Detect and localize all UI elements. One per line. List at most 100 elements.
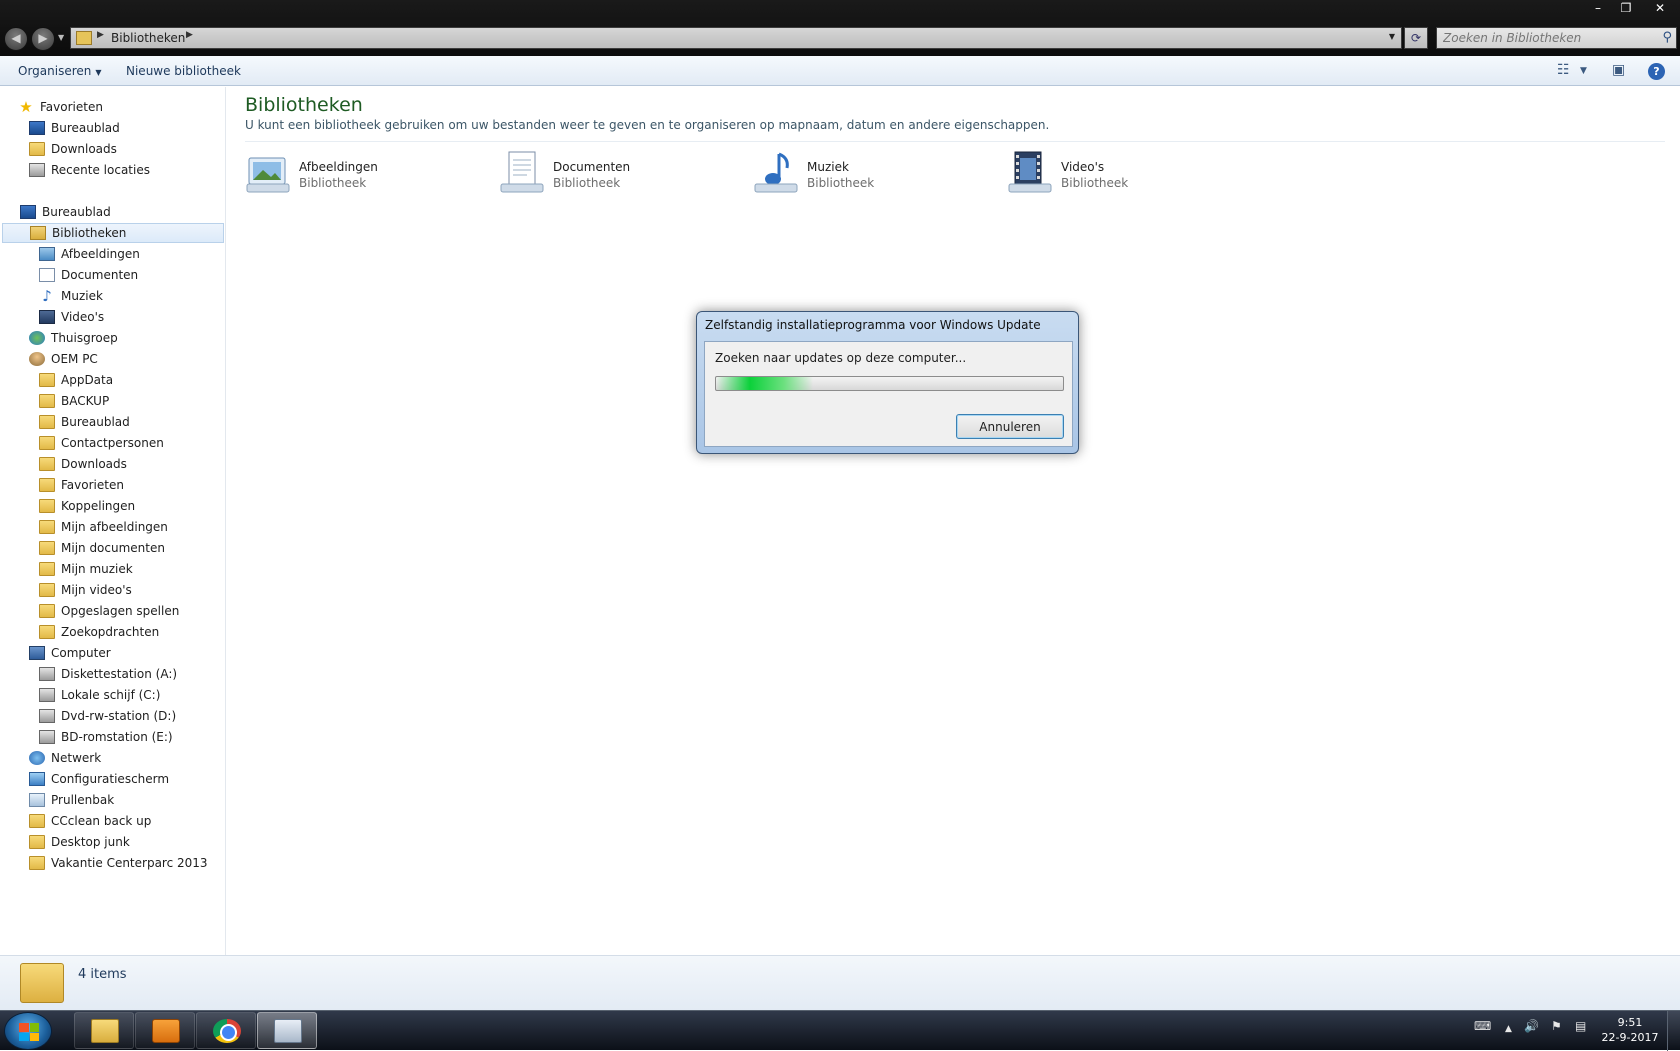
nav-user-favorites[interactable]: Favorieten	[39, 475, 124, 495]
network-icon	[29, 751, 45, 765]
nav-lib-videos[interactable]: Video's	[39, 307, 104, 327]
nav-lib-pictures[interactable]: Afbeeldingen	[39, 244, 140, 264]
nav-label: Favorieten	[40, 100, 103, 114]
library-type: Bibliotheek	[807, 176, 875, 190]
volume-icon[interactable]: 🔊	[1524, 1019, 1539, 1033]
close-button[interactable]: ✕	[1640, 0, 1680, 18]
keyboard-icon[interactable]: ⌨	[1474, 1019, 1491, 1033]
nav-user-links[interactable]: Koppelingen	[39, 496, 135, 516]
nav-fav-desktop[interactable]: Bureaublad	[29, 118, 120, 138]
nav-label: Bureaublad	[51, 121, 120, 135]
nav-network[interactable]: Netwerk	[29, 748, 101, 768]
progress-bar	[715, 376, 1064, 391]
folder-icon	[39, 373, 55, 387]
chevron-right-icon[interactable]: ▶	[186, 30, 193, 40]
breadcrumb[interactable]: Bibliotheken	[111, 31, 185, 45]
nav-user-pictures[interactable]: Mijn afbeeldingen	[39, 517, 168, 537]
nav-user-searches[interactable]: Zoekopdrachten	[39, 622, 159, 642]
nav-drive-c[interactable]: Lokale schijf (C:)	[39, 685, 160, 705]
nav-folder-desktopjunk[interactable]: Desktop junk	[29, 832, 130, 852]
nav-user-savedgames[interactable]: Opgeslagen spellen	[39, 601, 179, 621]
nav-label: Thuisgroep	[51, 331, 118, 345]
search-input[interactable]	[1437, 28, 1647, 48]
nav-user[interactable]: OEM PC	[29, 349, 98, 369]
divider	[245, 141, 1665, 142]
library-tile-pictures[interactable]: Afbeeldingen Bibliotheek	[245, 150, 485, 198]
cancel-button[interactable]: Annuleren	[956, 414, 1064, 439]
nav-user-backup[interactable]: BACKUP	[39, 391, 109, 411]
nav-drive-a[interactable]: Diskettestation (A:)	[39, 664, 177, 684]
show-hidden-icons-icon[interactable]: ▲	[1505, 1024, 1512, 1034]
nav-lib-music[interactable]: ♪ Muziek	[39, 286, 103, 306]
nav-user-documents[interactable]: Mijn documenten	[39, 538, 165, 558]
forward-button[interactable]: ▶	[31, 27, 55, 51]
nav-drive-d[interactable]: Dvd-rw-station (D:)	[39, 706, 176, 726]
address-dropdown-icon[interactable]: ▼	[1389, 32, 1395, 41]
nav-label: Afbeeldingen	[61, 247, 140, 261]
nav-label: Computer	[51, 646, 111, 660]
user-folder-icon	[29, 352, 45, 366]
nav-label: AppData	[61, 373, 114, 387]
nav-folder-ccclean[interactable]: CCclean back up	[29, 811, 151, 831]
nav-desktop[interactable]: Bureaublad	[20, 202, 111, 222]
minimize-button[interactable]: –	[1584, 0, 1612, 18]
documents-icon	[39, 268, 55, 282]
new-library-button[interactable]: Nieuwe bibliotheek	[126, 64, 241, 78]
taskbar-windows-update[interactable]	[257, 1012, 317, 1049]
nav-computer[interactable]: Computer	[29, 643, 111, 663]
nav-fav-recent[interactable]: Recente locaties	[29, 160, 150, 180]
refresh-button[interactable]: ⟳	[1404, 27, 1428, 49]
recent-pages-dropdown[interactable]: ▼	[58, 33, 64, 42]
nav-fav-downloads[interactable]: Downloads	[29, 139, 117, 159]
show-desktop-button[interactable]	[1667, 1011, 1680, 1051]
taskbar-media-player[interactable]	[135, 1012, 195, 1049]
back-button[interactable]: ◀	[4, 27, 28, 51]
nav-label: Zoekopdrachten	[61, 625, 160, 639]
nav-control-panel[interactable]: Configuratiescherm	[29, 769, 169, 789]
address-bar[interactable]: ▶ Bibliotheken ▶ ▼	[70, 27, 1402, 49]
chevron-right-icon[interactable]: ▶	[97, 30, 104, 40]
documents-library-icon	[500, 151, 544, 193]
taskbar-chrome[interactable]	[196, 1012, 256, 1049]
nav-homegroup[interactable]: Thuisgroep	[29, 328, 118, 348]
view-options-dropdown-icon[interactable]: ▼	[1580, 66, 1587, 84]
change-view-icon[interactable]: ☷	[1557, 62, 1570, 80]
nav-drive-e[interactable]: BD-romstation (E:)	[39, 727, 173, 747]
desktop-folder-icon	[39, 415, 55, 429]
nav-folder-vakantie[interactable]: Vakantie Centerparc 2013	[29, 853, 208, 873]
nav-user-downloads[interactable]: Downloads	[39, 454, 127, 474]
system-clock[interactable]: 9:51 22-9-2017	[1598, 1015, 1662, 1045]
library-tile-videos[interactable]: Video's Bibliotheek	[1007, 150, 1247, 198]
nav-label: Documenten	[61, 268, 139, 282]
taskbar-explorer[interactable]	[74, 1012, 134, 1049]
search-box[interactable]: ⚲	[1436, 27, 1677, 49]
search-icon[interactable]: ⚲	[1662, 30, 1672, 45]
windows-update-dialog: Zelfstandig installatieprogramma voor Wi…	[696, 311, 1079, 454]
library-tile-documents[interactable]: Documenten Bibliotheek	[499, 150, 739, 198]
downloads-folder-icon	[29, 142, 45, 156]
action-center-icon[interactable]: ⚑	[1551, 1019, 1562, 1033]
library-tile-music[interactable]: Muziek Bibliotheek	[753, 150, 993, 198]
maximize-button[interactable]: ❐	[1612, 0, 1640, 18]
nav-user-videos[interactable]: Mijn video's	[39, 580, 132, 600]
nav-libraries[interactable]: Bibliotheken	[2, 223, 224, 243]
nav-user-appdata[interactable]: AppData	[39, 370, 113, 390]
nav-label: Desktop junk	[51, 835, 130, 849]
nav-recycle-bin[interactable]: Prullenbak	[29, 790, 114, 810]
organize-menu[interactable]: Organiseren ▼	[18, 64, 102, 78]
nav-label: Koppelingen	[61, 499, 136, 513]
nav-label: Contactpersonen	[61, 436, 164, 450]
network-status-icon[interactable]: ▤	[1575, 1019, 1586, 1033]
nav-lib-documents[interactable]: Documenten	[39, 265, 138, 285]
nav-user-music[interactable]: Mijn muziek	[39, 559, 133, 579]
nav-label: Bibliotheken	[52, 226, 127, 240]
help-icon[interactable]: ?	[1648, 63, 1665, 80]
preview-pane-icon[interactable]: ▣	[1612, 62, 1625, 80]
nav-user-contacts[interactable]: Contactpersonen	[39, 433, 164, 453]
arrow-right-icon: ▶	[38, 31, 48, 45]
taskbar: ⌨ ▲ 🔊 ⚑ ▤ 9:51 22-9-2017	[0, 1010, 1680, 1051]
nav-favorites[interactable]: ★ Favorieten	[18, 97, 103, 117]
nav-user-desktop[interactable]: Bureaublad	[39, 412, 130, 432]
start-button[interactable]	[4, 1012, 52, 1050]
computer-icon	[29, 646, 45, 660]
